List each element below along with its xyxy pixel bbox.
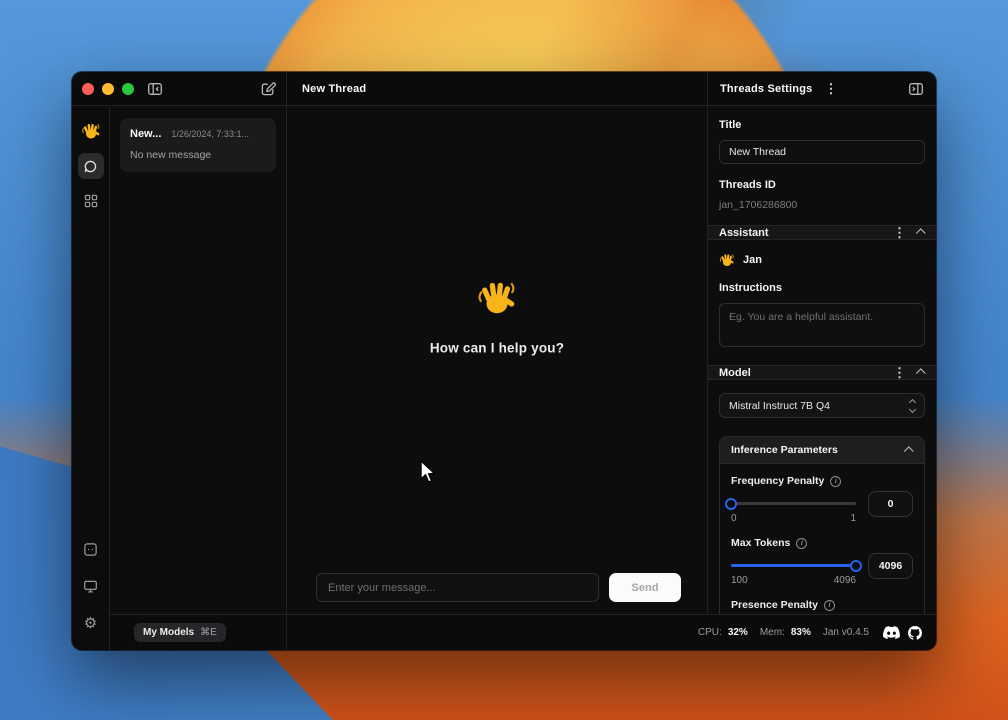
thread-item-preview: No new message: [130, 149, 266, 161]
inference-header-label: Inference Parameters: [731, 444, 906, 456]
select-updown-icon: [910, 400, 915, 412]
assistant-section-header[interactable]: Assistant ⋮: [708, 225, 936, 240]
slider-min-label: 100: [731, 575, 748, 586]
message-composer: Send: [287, 573, 707, 602]
threads-id-value: jan_1706286800: [719, 199, 925, 211]
frequency-penalty-slider[interactable]: [731, 502, 856, 505]
assistant-collapse-chevron-icon[interactable]: [916, 228, 926, 238]
titlebar-right: Threads Settings ⋮: [707, 72, 936, 105]
model-kebab-icon[interactable]: ⋮: [893, 366, 906, 379]
thread-title-input[interactable]: [719, 140, 925, 164]
waving-hand-icon: [476, 277, 518, 319]
frequency-penalty-param: Frequency Penalty i: [731, 475, 913, 524]
zoom-window-button[interactable]: [122, 83, 134, 95]
assistant-header-label: Assistant: [719, 227, 881, 239]
assistant-avatar-wave-icon: [719, 252, 735, 268]
title-label: Title: [719, 119, 925, 131]
instructions-label: Instructions: [719, 282, 925, 294]
empty-thread-greeting: How can I help you?: [287, 277, 707, 356]
thread-item-title: New...: [130, 128, 161, 140]
status-bar: My Models ⌘E CPU: 32% Mem: 83% Jan v0.4.…: [110, 614, 936, 650]
info-icon[interactable]: i: [796, 538, 807, 549]
max-tokens-slider[interactable]: [731, 564, 856, 567]
max-tokens-param: Max Tokens i: [731, 537, 913, 586]
max-tokens-label: Max Tokens: [731, 537, 790, 549]
close-window-button[interactable]: [82, 83, 94, 95]
titlebar: New Thread Threads Settings ⋮: [72, 72, 936, 106]
cpu-label: CPU:: [698, 627, 722, 638]
mem-value: 83%: [791, 627, 811, 638]
toggle-right-panel-icon[interactable]: [907, 80, 924, 97]
slider-thumb[interactable]: [725, 498, 737, 510]
titlebar-main: New Thread: [287, 72, 707, 105]
my-models-shortcut: ⌘E: [200, 627, 217, 638]
toggle-left-panel-icon[interactable]: [146, 80, 163, 97]
instructions-textarea[interactable]: [719, 303, 925, 347]
threads-settings-title: Threads Settings: [720, 83, 812, 95]
greeting-text: How can I help you?: [430, 341, 564, 356]
minimize-window-button[interactable]: [102, 83, 114, 95]
model-select-dropdown[interactable]: Mistral Instruct 7B Q4: [719, 393, 925, 418]
assistant-name: Jan: [743, 254, 762, 266]
left-ribbon: ⚙: [72, 106, 110, 650]
traffic-lights: [82, 83, 134, 95]
inference-parameters-card: Inference Parameters Frequency Penalty i: [719, 436, 925, 614]
message-input[interactable]: [316, 573, 599, 602]
model-section-header[interactable]: Model ⋮: [708, 365, 936, 380]
model-header-label: Model: [719, 367, 881, 379]
titlebar-left: [72, 72, 287, 105]
new-thread-compose-icon[interactable]: [259, 80, 276, 97]
my-models-label: My Models: [143, 627, 194, 638]
max-tokens-value-input[interactable]: 4096: [868, 553, 913, 579]
selected-model-name: Mistral Instruct 7B Q4: [729, 400, 830, 412]
info-icon[interactable]: i: [830, 476, 841, 487]
frequency-penalty-label: Frequency Penalty: [731, 475, 824, 487]
settings-gear-icon[interactable]: ⚙: [78, 610, 104, 636]
slider-thumb[interactable]: [850, 560, 862, 572]
slider-min-label: 0: [731, 513, 737, 524]
threads-id-label: Threads ID: [719, 179, 925, 191]
send-button[interactable]: Send: [609, 573, 681, 602]
cpu-value: 32%: [728, 627, 748, 638]
hub-nav-grid-icon[interactable]: [78, 188, 104, 214]
discord-icon[interactable]: [883, 626, 900, 639]
presence-penalty-param: Presence Penalty i: [731, 599, 913, 614]
threads-settings-kebab-icon[interactable]: ⋮: [824, 82, 837, 95]
jan-logo-wave-icon[interactable]: [78, 118, 104, 144]
presence-penalty-label: Presence Penalty: [731, 599, 818, 611]
thread-settings-panel: Title Threads ID jan_1706286800 Assistan…: [707, 106, 936, 614]
inference-parameters-header[interactable]: Inference Parameters: [720, 437, 924, 464]
slider-max-label: 1: [850, 513, 856, 524]
frequency-penalty-value-input[interactable]: 0: [868, 491, 913, 517]
thread-item-timestamp: 1/26/2024, 7:33:1...: [171, 129, 249, 139]
system-monitor-icon[interactable]: [78, 573, 104, 599]
my-models-button[interactable]: My Models ⌘E: [134, 623, 226, 642]
github-icon[interactable]: [908, 626, 922, 640]
jan-app-window: New Thread Threads Settings ⋮: [72, 72, 936, 650]
main-thread-title: New Thread: [302, 83, 366, 95]
threads-nav-chat-icon[interactable]: [78, 153, 104, 179]
assistant-identity-row: Jan: [719, 252, 925, 268]
info-icon[interactable]: i: [824, 600, 835, 611]
chat-main-area: How can I help you? Send: [287, 106, 707, 614]
local-api-server-icon[interactable]: [78, 536, 104, 562]
app-version: Jan v0.4.5: [823, 627, 869, 638]
mem-label: Mem:: [760, 627, 785, 638]
model-collapse-chevron-icon[interactable]: [916, 368, 926, 378]
thread-list: New... 1/26/2024, 7:33:1... No new messa…: [110, 106, 287, 614]
slider-max-label: 4096: [834, 575, 856, 586]
thread-list-item[interactable]: New... 1/26/2024, 7:33:1... No new messa…: [120, 118, 276, 172]
assistant-kebab-icon[interactable]: ⋮: [893, 226, 906, 239]
